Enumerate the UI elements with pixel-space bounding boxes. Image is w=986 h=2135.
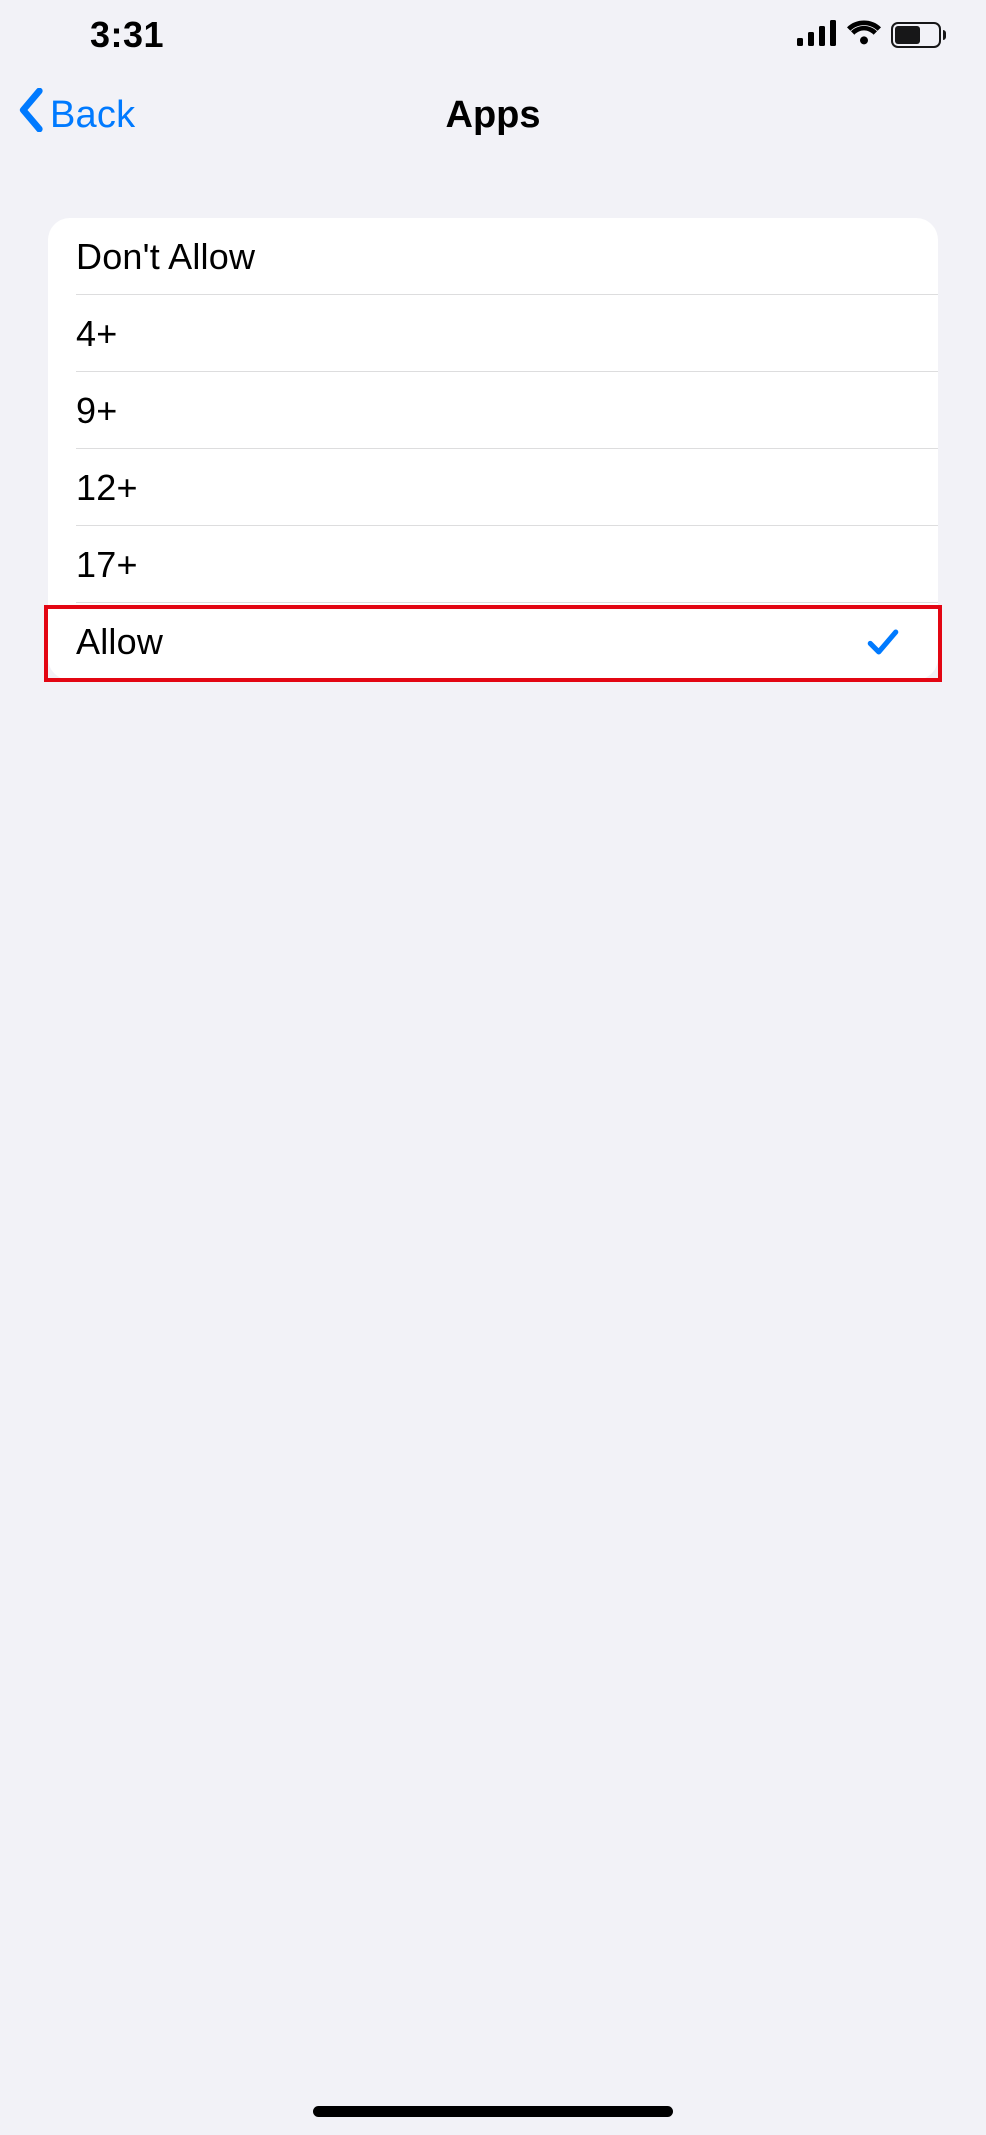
- option-cell[interactable]: 12+: [48, 449, 938, 526]
- option-cell[interactable]: 9+: [48, 372, 938, 449]
- status-icons: [797, 20, 946, 51]
- back-label: Back: [50, 94, 135, 137]
- status-time: 3:31: [90, 14, 164, 56]
- home-indicator: [313, 2106, 673, 2117]
- cellular-icon: [797, 20, 837, 51]
- checkmark-icon: [866, 625, 900, 659]
- chevron-left-icon: [18, 88, 46, 142]
- page-title: Apps: [446, 94, 541, 137]
- options-group: Don't Allow 4+ 9+ 12+ 17+ Allow: [48, 218, 938, 680]
- status-bar: 3:31: [0, 0, 986, 70]
- option-cell[interactable]: Don't Allow: [48, 218, 938, 295]
- nav-bar: Back Apps: [0, 70, 986, 160]
- option-label: 17+: [76, 544, 138, 586]
- back-button[interactable]: Back: [18, 88, 135, 142]
- option-cell[interactable]: 4+: [48, 295, 938, 372]
- wifi-icon: [847, 20, 881, 51]
- battery-icon: [891, 22, 946, 48]
- option-label: 9+: [76, 390, 117, 432]
- option-label: Allow: [76, 621, 163, 663]
- option-cell[interactable]: Allow: [48, 603, 938, 680]
- option-label: 12+: [76, 467, 138, 509]
- option-label: Don't Allow: [76, 236, 255, 278]
- option-cell[interactable]: 17+: [48, 526, 938, 603]
- option-label: 4+: [76, 313, 117, 355]
